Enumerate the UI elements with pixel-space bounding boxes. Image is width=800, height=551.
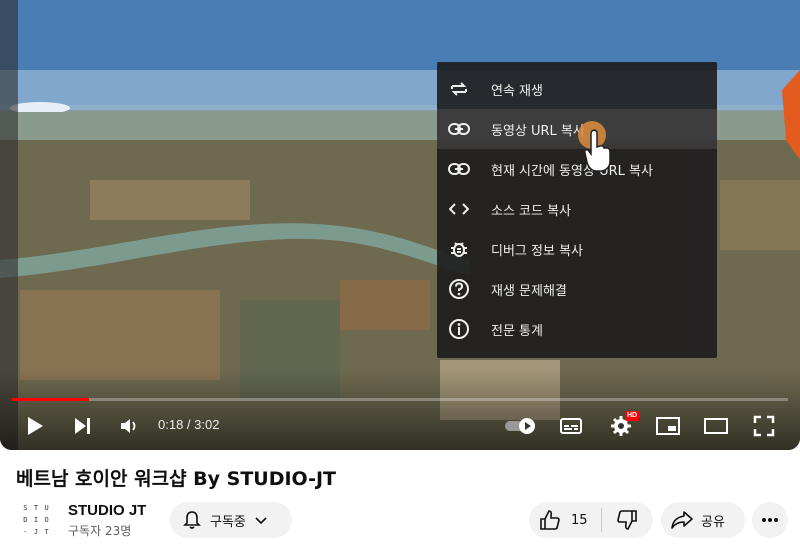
channel-name[interactable]: STUDIO JT bbox=[68, 502, 146, 519]
link-icon bbox=[447, 157, 471, 181]
bug-icon bbox=[447, 237, 471, 261]
miniplayer-button[interactable] bbox=[654, 408, 682, 444]
menu-item-copy-url[interactable]: 동영상 URL 복사 bbox=[437, 109, 717, 149]
share-button[interactable]: 공유 bbox=[661, 502, 745, 538]
menu-item-label: 재생 문제해결 bbox=[491, 283, 567, 299]
next-button[interactable] bbox=[70, 408, 96, 444]
subscriber-count: 구독자 23명 bbox=[68, 524, 132, 538]
menu-item-label: 전문 통계 bbox=[491, 323, 543, 339]
share-icon bbox=[671, 511, 693, 529]
like-dislike-group: 15 bbox=[529, 502, 653, 538]
subtitles-icon bbox=[560, 418, 582, 434]
miniplayer-icon bbox=[656, 417, 680, 435]
menu-item-copy-url-at-time[interactable]: 현재 시간에 동영상 URL 복사 bbox=[437, 149, 717, 189]
menu-item-copy-debug-info[interactable]: 디버그 정보 복사 bbox=[437, 229, 717, 269]
link-icon bbox=[447, 117, 471, 141]
menu-item-label: 연속 재생 bbox=[491, 83, 543, 99]
avatar-letter: D bbox=[23, 516, 28, 524]
menu-item-label: 현재 시간에 동영상 URL 복사 bbox=[491, 163, 653, 179]
more-horizontal-icon bbox=[762, 518, 778, 522]
avatar-letter: J bbox=[33, 528, 39, 536]
avatar-letter: I bbox=[33, 516, 39, 524]
like-count: 15 bbox=[571, 512, 588, 528]
share-label: 공유 bbox=[701, 514, 725, 530]
progress-bar[interactable] bbox=[12, 398, 788, 401]
avatar-letter: - bbox=[23, 528, 28, 536]
help-circle-icon bbox=[447, 277, 471, 301]
avatar-letter: O bbox=[44, 516, 49, 524]
bell-icon bbox=[183, 511, 201, 529]
hand-cursor-icon bbox=[584, 129, 611, 172]
video-player[interactable]: 0:18 / 3:02 HD 연속 재생 동영상 URL 복사 현재 시간에 동… bbox=[0, 0, 800, 450]
menu-item-label: 디버그 정보 복사 bbox=[491, 243, 583, 259]
context-menu: 연속 재생 동영상 URL 복사 현재 시간에 동영상 URL 복사 소스 코드… bbox=[437, 62, 717, 358]
volume-button[interactable] bbox=[116, 408, 142, 444]
like-button[interactable]: 15 bbox=[529, 502, 601, 538]
thumbs-up-icon bbox=[540, 510, 560, 530]
chevron-down-icon bbox=[255, 517, 267, 525]
hd-badge: HD bbox=[625, 411, 640, 421]
thumbs-down-icon bbox=[617, 510, 637, 530]
menu-item-label: 동영상 URL 복사 bbox=[491, 123, 585, 139]
play-icon bbox=[28, 417, 43, 435]
avatar-letter: T bbox=[33, 504, 39, 512]
subtitles-button[interactable] bbox=[558, 408, 584, 444]
subscribed-label: 구독중 bbox=[210, 514, 246, 530]
video-title: 베트남 호이안 워크샵 By STUDIO-JT bbox=[16, 468, 336, 490]
fullscreen-button[interactable] bbox=[750, 408, 778, 444]
menu-item-label: 소스 코드 복사 bbox=[491, 203, 572, 219]
code-icon bbox=[447, 197, 471, 221]
channel-avatar[interactable]: S T U D I O - J T bbox=[16, 500, 56, 540]
theater-mode-button[interactable] bbox=[702, 408, 730, 444]
autoplay-toggle-icon bbox=[505, 418, 535, 434]
avatar-letter: S bbox=[23, 504, 28, 512]
menu-item-copy-embed-code[interactable]: 소스 코드 복사 bbox=[437, 189, 717, 229]
theater-mode-icon bbox=[704, 418, 728, 434]
menu-item-stats-for-nerds[interactable]: 전문 통계 bbox=[437, 309, 717, 349]
more-actions-button[interactable] bbox=[752, 502, 788, 538]
dislike-button[interactable] bbox=[602, 502, 652, 538]
info-circle-icon bbox=[447, 317, 471, 341]
volume-icon bbox=[121, 419, 136, 433]
autoplay-toggle[interactable] bbox=[502, 408, 540, 444]
fullscreen-icon bbox=[753, 415, 775, 437]
menu-item-troubleshoot-playback[interactable]: 재생 문제해결 bbox=[437, 269, 717, 309]
subscribed-button[interactable]: 구독중 bbox=[170, 502, 292, 538]
menu-item-loop[interactable]: 연속 재생 bbox=[437, 69, 717, 109]
next-icon bbox=[75, 418, 90, 434]
progress-played bbox=[12, 398, 89, 401]
avatar-letter: U bbox=[44, 504, 49, 512]
loop-icon bbox=[447, 77, 471, 101]
time-display: 0:18 / 3:02 bbox=[158, 417, 220, 432]
avatar-letter: T bbox=[44, 528, 49, 536]
play-button[interactable] bbox=[22, 408, 48, 444]
